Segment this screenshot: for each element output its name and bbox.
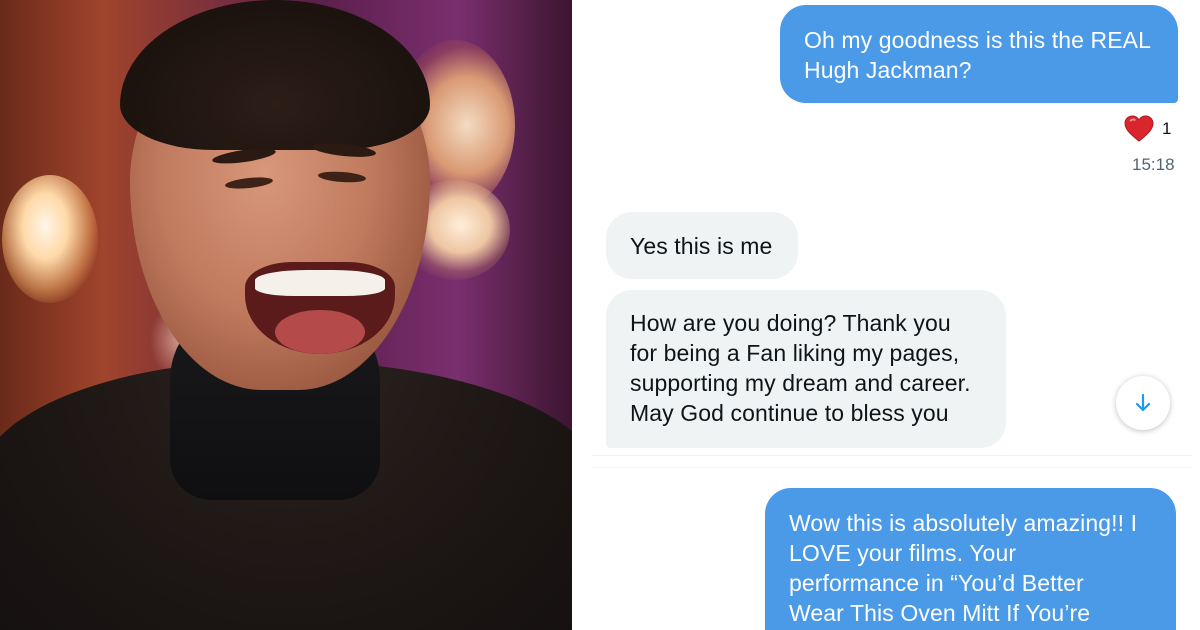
teeth (255, 270, 385, 296)
message-sent[interactable]: Wow this is absolutely amazing!! I LOVE … (765, 488, 1176, 630)
divider (592, 455, 1192, 456)
tongue (275, 310, 365, 354)
arrow-down-icon (1135, 393, 1151, 412)
hair (120, 0, 430, 150)
reaction-count: 1 (1162, 119, 1172, 138)
message-received[interactable]: How are you doing? Thank you for being a… (606, 290, 1006, 448)
bokeh-light (2, 175, 98, 303)
message-timestamp: 15:18 (1132, 155, 1175, 174)
message-received[interactable]: Yes this is me (606, 212, 798, 279)
scroll-to-bottom-button[interactable] (1116, 376, 1170, 430)
heart-icon (1124, 115, 1154, 142)
message-sent[interactable]: Oh my goodness is this the REAL Hugh Jac… (780, 5, 1178, 103)
person-photo (0, 0, 572, 630)
message-reaction[interactable]: 1 (1124, 114, 1171, 144)
divider (592, 467, 1192, 468)
chat-thread: Oh my goodness is this the REAL Hugh Jac… (572, 0, 1200, 630)
